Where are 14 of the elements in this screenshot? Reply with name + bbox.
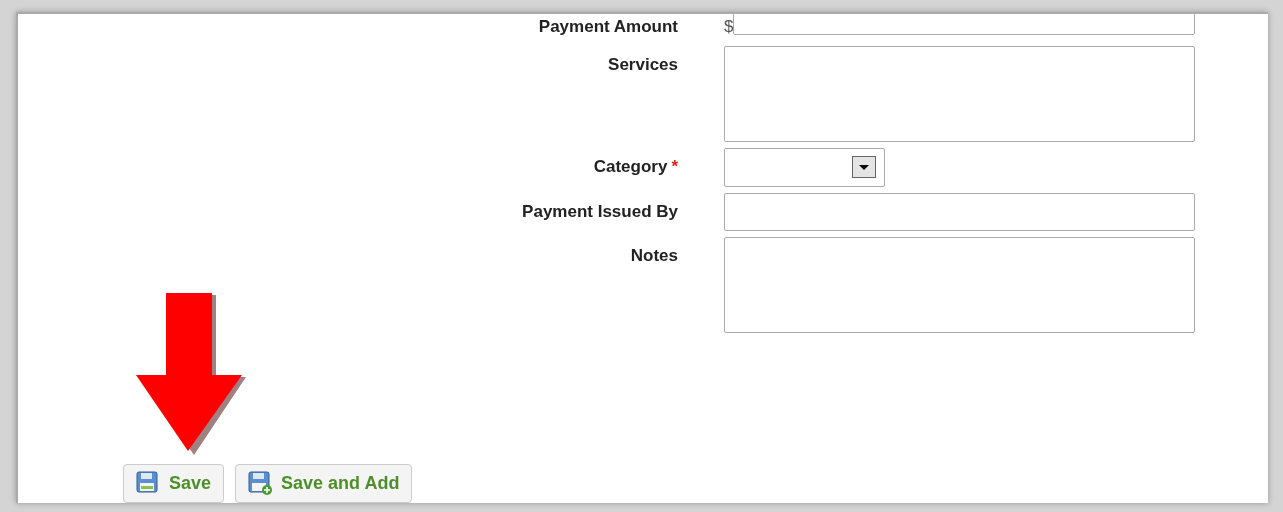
input-field[interactable]: [724, 192, 1195, 231]
field-label: Payment Amount: [538, 16, 678, 38]
save-button[interactable]: Save: [123, 464, 225, 503]
field-label: Services: [608, 53, 678, 76]
save-and-add-button[interactable]: Save and Add: [235, 464, 413, 503]
field-label: Payment Issued By: [522, 200, 678, 223]
input-field[interactable]: [733, 14, 1196, 35]
currency-prefix: $: [724, 16, 734, 38]
text-area[interactable]: [724, 45, 1195, 142]
required-mark: *: [671, 155, 678, 178]
floppy-disk-plus-icon: [248, 471, 274, 496]
field-label: Category: [593, 155, 668, 178]
field-label: Notes: [630, 244, 678, 267]
text-area[interactable]: [724, 236, 1195, 333]
